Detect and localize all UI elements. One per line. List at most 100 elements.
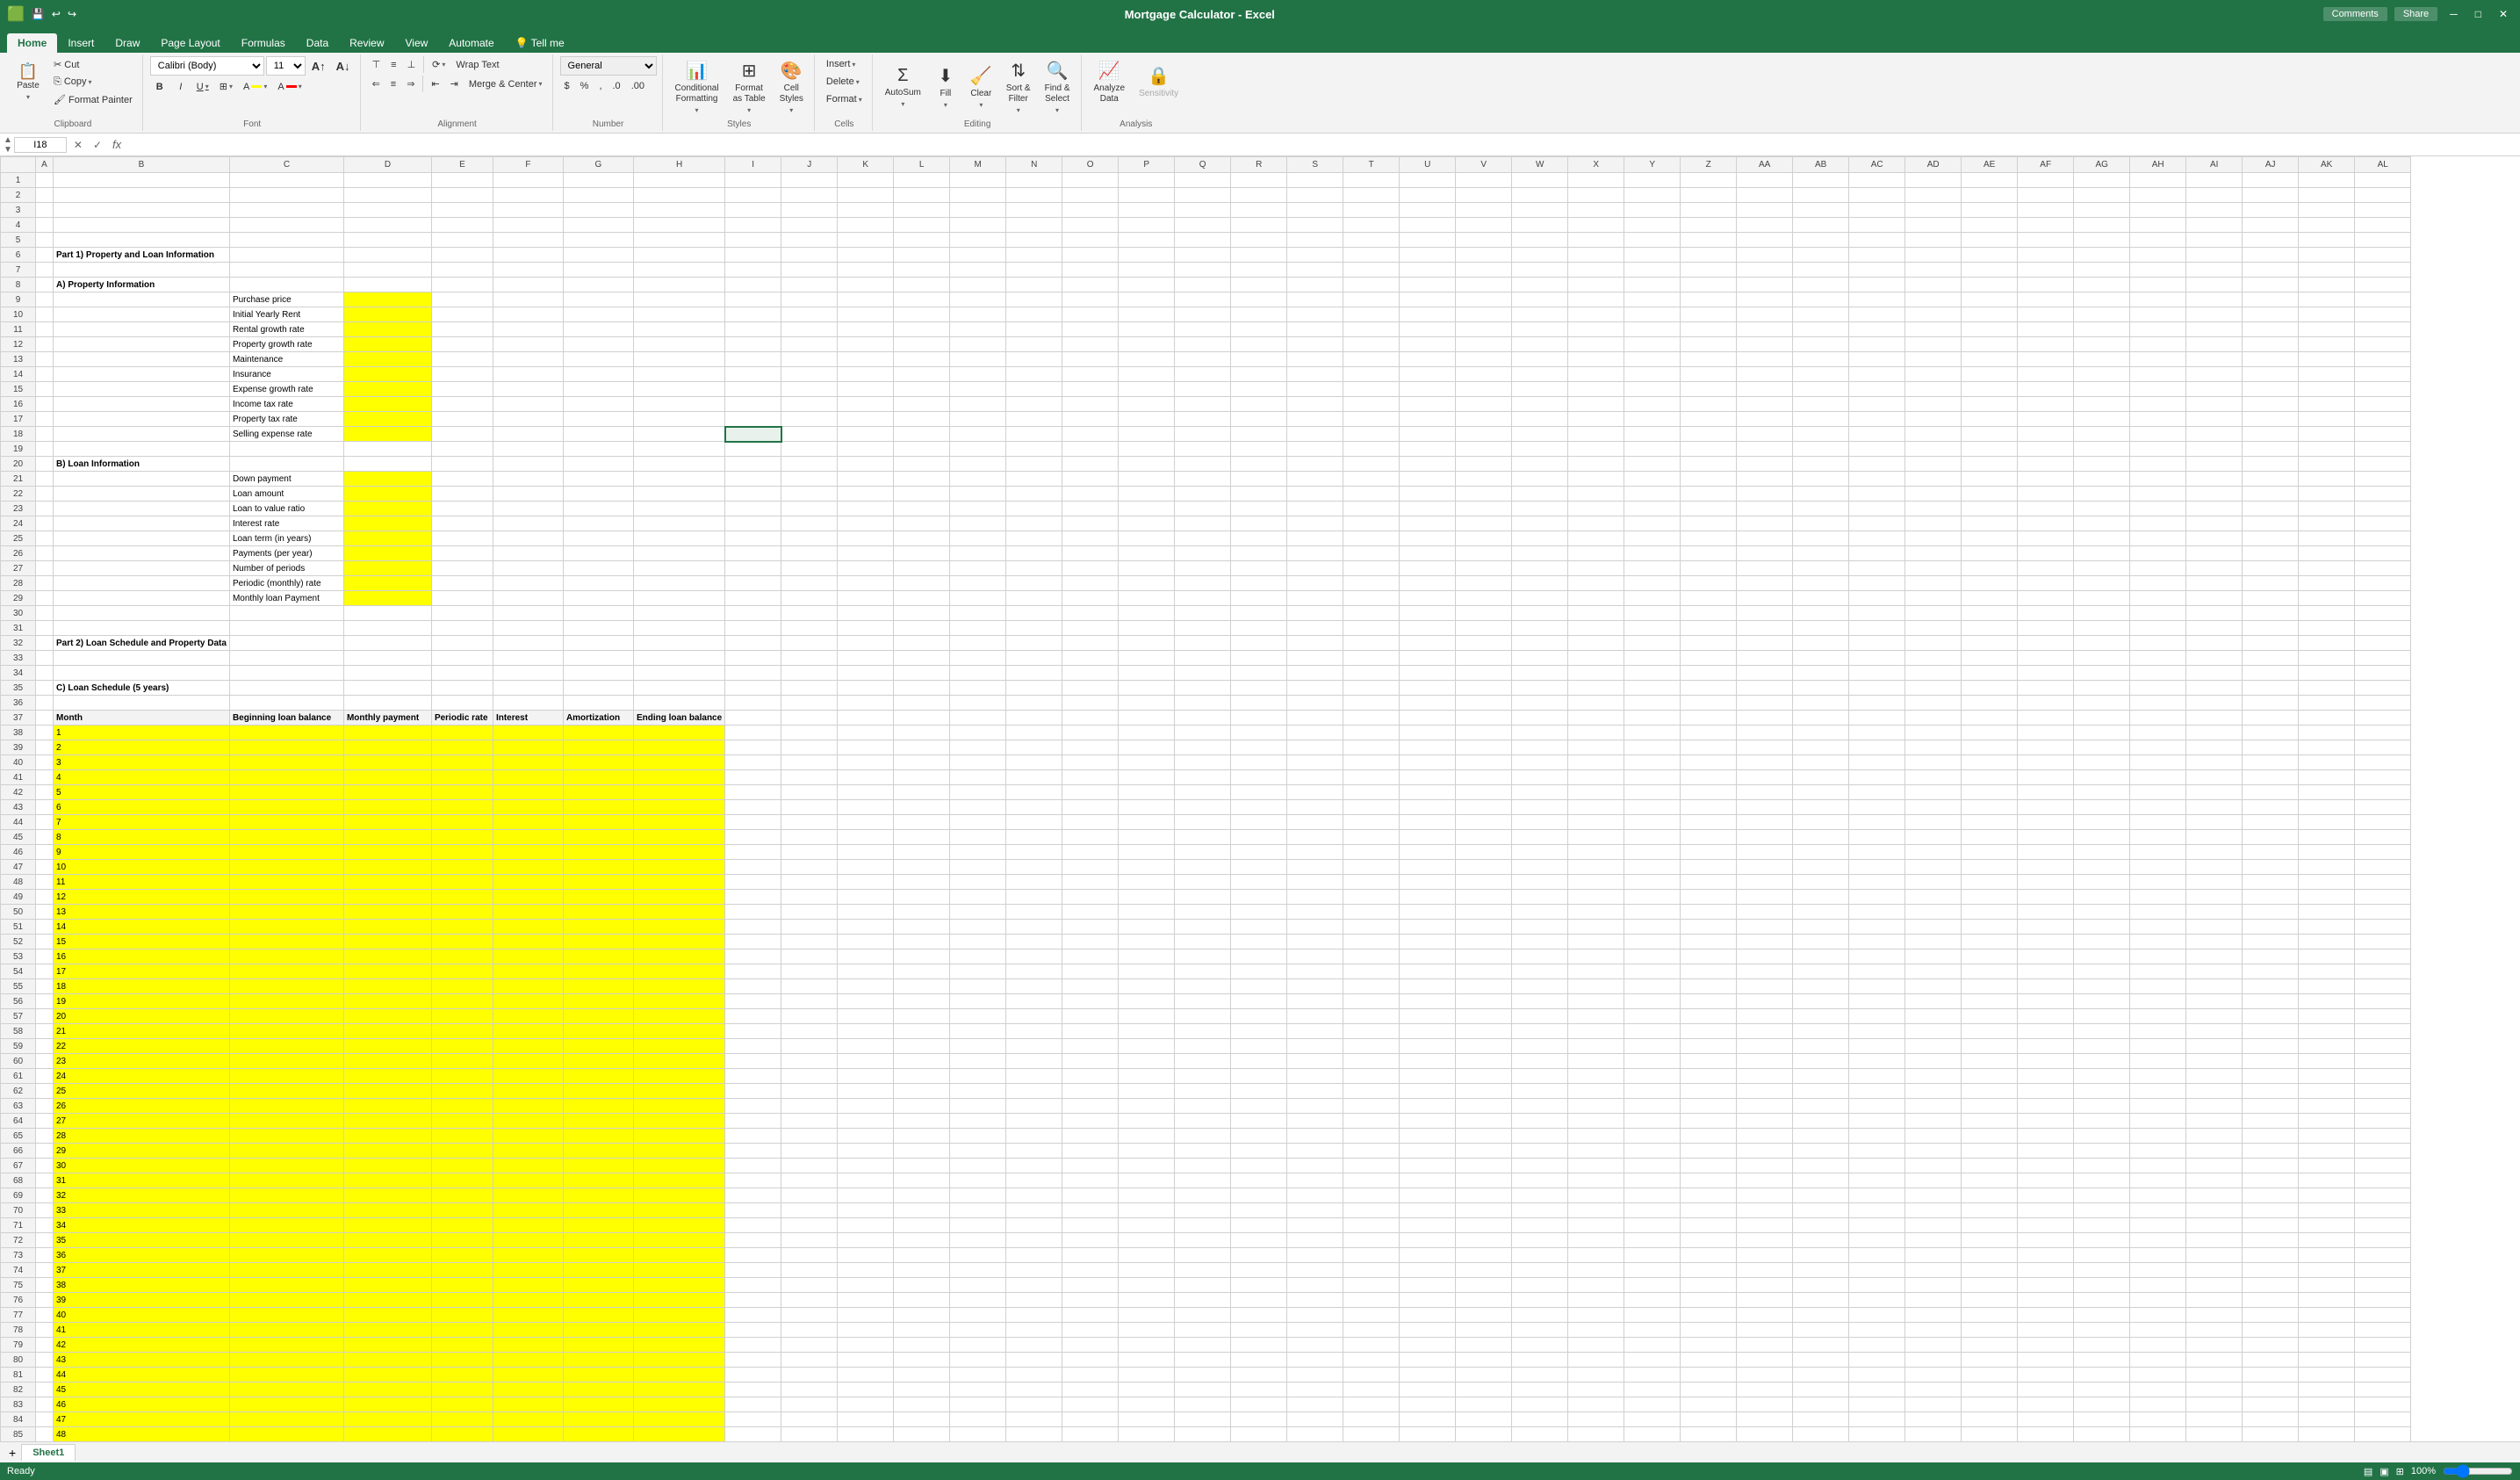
col-header-O[interactable]: O [1062, 157, 1119, 173]
cell-A72[interactable] [36, 1233, 54, 1248]
cell-D20[interactable] [343, 457, 431, 472]
row-header-63[interactable]: 63 [1, 1099, 36, 1114]
cell-H69[interactable] [633, 1188, 724, 1203]
cell-I70[interactable] [725, 1203, 781, 1218]
cell-AF1[interactable] [2018, 173, 2074, 188]
cell-T46[interactable] [1343, 845, 1400, 860]
cell-U82[interactable] [1400, 1383, 1456, 1397]
cell-A28[interactable] [36, 576, 54, 591]
cell-H16[interactable] [633, 397, 724, 412]
cell-O55[interactable] [1062, 979, 1119, 994]
cell-AB85[interactable] [1793, 1427, 1849, 1442]
cell-L71[interactable] [894, 1218, 950, 1233]
cell-AA76[interactable] [1737, 1293, 1793, 1308]
cell-AD60[interactable] [1905, 1054, 1962, 1069]
cell-G19[interactable] [563, 442, 633, 457]
cell-AE52[interactable] [1962, 935, 2018, 949]
cell-K49[interactable] [838, 890, 894, 905]
cell-AH17[interactable] [2130, 412, 2186, 427]
cell-AK19[interactable] [2299, 442, 2355, 457]
cell-C53[interactable] [229, 949, 343, 964]
cell-X21[interactable] [1568, 472, 1624, 487]
cell-D69[interactable] [343, 1188, 431, 1203]
cell-Q46[interactable] [1175, 845, 1231, 860]
cell-AL8[interactable] [2355, 278, 2411, 292]
cell-S78[interactable] [1287, 1323, 1343, 1338]
cell-AK53[interactable] [2299, 949, 2355, 964]
cell-AL5[interactable] [2355, 233, 2411, 248]
cell-W4[interactable] [1512, 218, 1568, 233]
cell-Z59[interactable] [1681, 1039, 1737, 1054]
cell-AJ10[interactable] [2243, 307, 2299, 322]
cell-G77[interactable] [563, 1308, 633, 1323]
cell-E40[interactable] [431, 755, 493, 770]
cell-AB64[interactable] [1793, 1114, 1849, 1129]
cell-L26[interactable] [894, 546, 950, 561]
cell-T28[interactable] [1343, 576, 1400, 591]
cell-AE53[interactable] [1962, 949, 2018, 964]
cell-W13[interactable] [1512, 352, 1568, 367]
cell-B3[interactable] [54, 203, 230, 218]
cell-L21[interactable] [894, 472, 950, 487]
cell-AK66[interactable] [2299, 1144, 2355, 1159]
cell-AL80[interactable] [2355, 1353, 2411, 1368]
cell-AB12[interactable] [1793, 337, 1849, 352]
cell-X1[interactable] [1568, 173, 1624, 188]
cell-AD51[interactable] [1905, 920, 1962, 935]
cell-P78[interactable] [1119, 1323, 1175, 1338]
col-header-AI[interactable]: AI [2186, 157, 2243, 173]
cell-AB60[interactable] [1793, 1054, 1849, 1069]
cell-E22[interactable] [431, 487, 493, 502]
cell-AG66[interactable] [2074, 1144, 2130, 1159]
cell-P22[interactable] [1119, 487, 1175, 502]
cell-A75[interactable] [36, 1278, 54, 1293]
cell-N40[interactable] [1006, 755, 1062, 770]
cell-AJ44[interactable] [2243, 815, 2299, 830]
cell-O3[interactable] [1062, 203, 1119, 218]
cell-AA51[interactable] [1737, 920, 1793, 935]
cell-AA38[interactable] [1737, 726, 1793, 740]
cell-J85[interactable] [781, 1427, 838, 1442]
cell-I34[interactable] [725, 666, 781, 681]
cell-K57[interactable] [838, 1009, 894, 1024]
cell-AC28[interactable] [1849, 576, 1905, 591]
cell-T4[interactable] [1343, 218, 1400, 233]
cell-S77[interactable] [1287, 1308, 1343, 1323]
cell-AC65[interactable] [1849, 1129, 1905, 1144]
cell-T76[interactable] [1343, 1293, 1400, 1308]
cell-X61[interactable] [1568, 1069, 1624, 1084]
cell-AJ25[interactable] [2243, 531, 2299, 546]
cell-AA1[interactable] [1737, 173, 1793, 188]
cell-W79[interactable] [1512, 1338, 1568, 1353]
cell-N14[interactable] [1006, 367, 1062, 382]
cell-Y6[interactable] [1624, 248, 1681, 263]
cell-AE15[interactable] [1962, 382, 2018, 397]
cell-AG49[interactable] [2074, 890, 2130, 905]
cell-AA74[interactable] [1737, 1263, 1793, 1278]
cell-G33[interactable] [563, 651, 633, 666]
cell-AH76[interactable] [2130, 1293, 2186, 1308]
row-header-36[interactable]: 36 [1, 696, 36, 711]
cell-L33[interactable] [894, 651, 950, 666]
cell-E39[interactable] [431, 740, 493, 755]
cell-S52[interactable] [1287, 935, 1343, 949]
cell-U73[interactable] [1400, 1248, 1456, 1263]
cell-F30[interactable] [493, 606, 563, 621]
cell-AD71[interactable] [1905, 1218, 1962, 1233]
cell-A70[interactable] [36, 1203, 54, 1218]
cell-V14[interactable] [1456, 367, 1512, 382]
cell-AD4[interactable] [1905, 218, 1962, 233]
cell-AF30[interactable] [2018, 606, 2074, 621]
cell-AI14[interactable] [2186, 367, 2243, 382]
cell-AK17[interactable] [2299, 412, 2355, 427]
cell-AE33[interactable] [1962, 651, 2018, 666]
formula-input[interactable] [128, 137, 2516, 153]
cell-Y10[interactable] [1624, 307, 1681, 322]
cell-AB1[interactable] [1793, 173, 1849, 188]
cell-Q3[interactable] [1175, 203, 1231, 218]
cell-AH55[interactable] [2130, 979, 2186, 994]
cell-X10[interactable] [1568, 307, 1624, 322]
cell-V7[interactable] [1456, 263, 1512, 278]
row-header-77[interactable]: 77 [1, 1308, 36, 1323]
cell-Z31[interactable] [1681, 621, 1737, 636]
